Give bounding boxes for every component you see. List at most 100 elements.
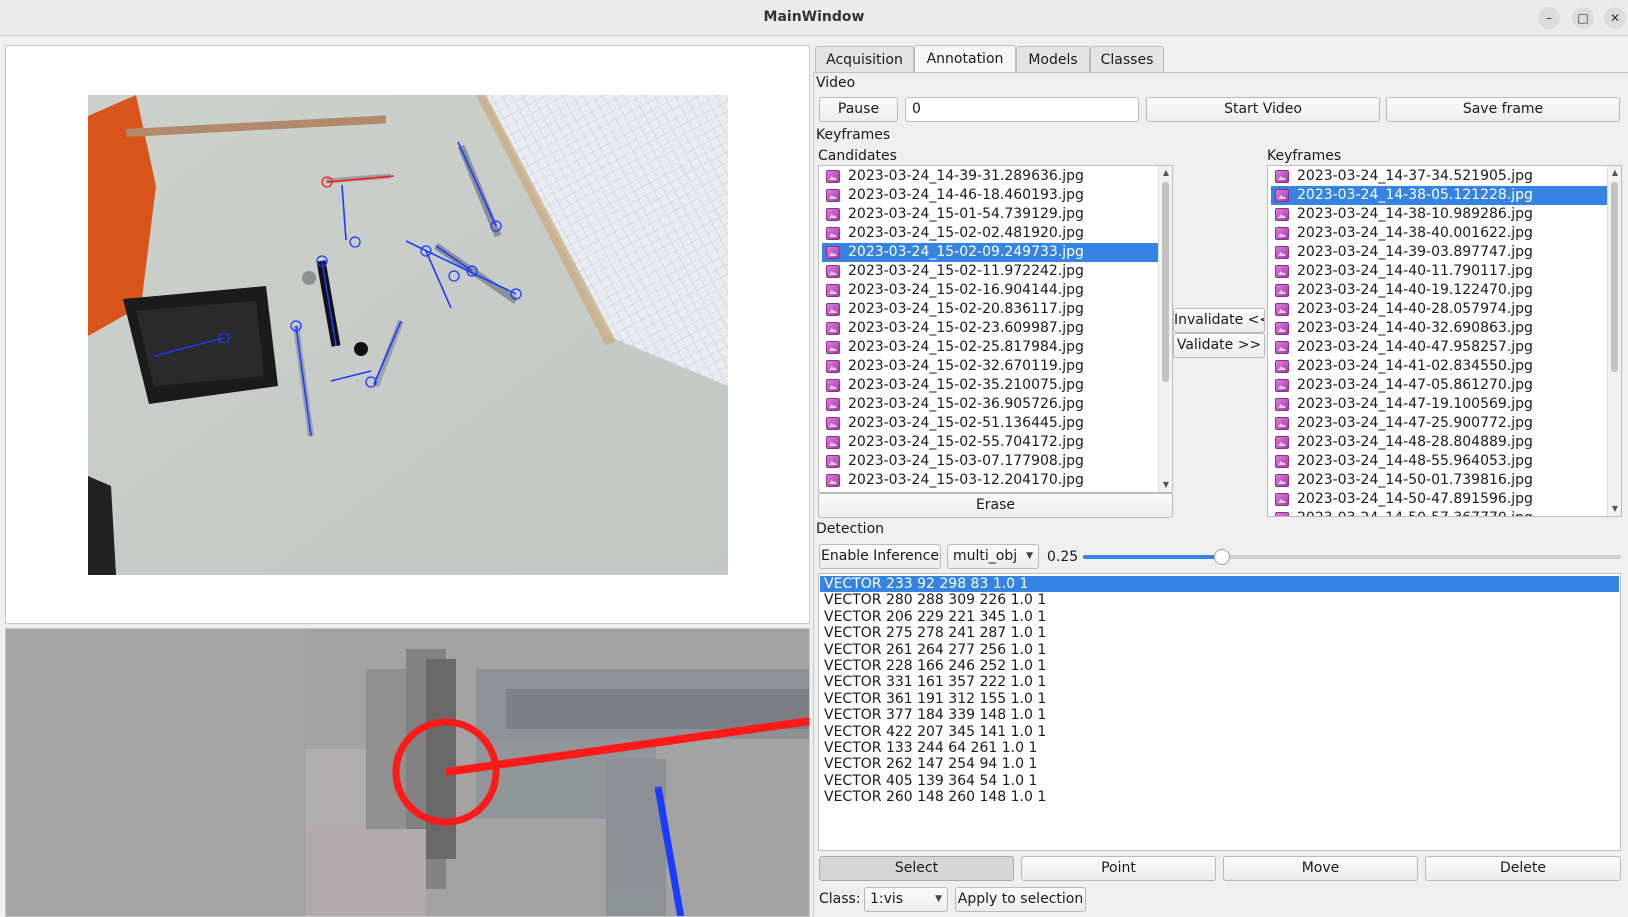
- file-name: 2023-03-24_14-40-11.790117.jpg: [1297, 263, 1533, 279]
- start-video-button[interactable]: Start Video: [1146, 97, 1380, 122]
- list-item[interactable]: 2023-03-24_14-50-01.739816.jpg: [1271, 471, 1607, 490]
- detection-row[interactable]: VECTOR 405 139 364 54 1.0 1: [820, 773, 1619, 789]
- close-icon[interactable]: ✕: [1604, 7, 1626, 29]
- list-item[interactable]: 2023-03-24_15-01-54.739129.jpg: [822, 205, 1158, 224]
- image-file-icon: [826, 455, 840, 468]
- list-item[interactable]: 2023-03-24_14-40-47.958257.jpg: [1271, 338, 1607, 357]
- detection-row[interactable]: VECTOR 260 148 260 148 1.0 1: [820, 789, 1619, 805]
- threshold-slider[interactable]: [1083, 548, 1621, 566]
- detection-row[interactable]: VECTOR 133 244 64 261 1.0 1: [820, 740, 1619, 756]
- candidates-scrollbar[interactable]: ▲ ▼: [1158, 166, 1172, 492]
- detection-row[interactable]: VECTOR 233 92 298 83 1.0 1: [820, 576, 1619, 593]
- scroll-up-icon[interactable]: ▲: [1608, 166, 1621, 180]
- list-item[interactable]: 2023-03-24_15-02-32.670119.jpg: [822, 357, 1158, 376]
- annotated-frame[interactable]: [6, 46, 810, 624]
- tab-acquisition[interactable]: Acquisition: [815, 46, 914, 73]
- list-item[interactable]: 2023-03-24_14-40-19.122470.jpg: [1271, 281, 1607, 300]
- file-name: 2023-03-24_14-40-28.057974.jpg: [1297, 301, 1533, 317]
- list-item[interactable]: 2023-03-24_14-46-18.460193.jpg: [822, 186, 1158, 205]
- frame-index-input[interactable]: 0: [905, 97, 1139, 122]
- candidates-list[interactable]: 2023-03-24_14-39-31.289636.jpg 2023-03-24…: [818, 165, 1173, 493]
- image-file-icon: [826, 303, 840, 316]
- list-item[interactable]: 2023-03-24_15-02-25.817984.jpg: [822, 338, 1158, 357]
- list-item[interactable]: 2023-03-24_14-40-32.690863.jpg: [1271, 319, 1607, 338]
- list-item[interactable]: 2023-03-24_14-47-25.900772.jpg: [1271, 414, 1607, 433]
- detection-row[interactable]: VECTOR 275 278 241 287 1.0 1: [820, 625, 1619, 641]
- list-item[interactable]: 2023-03-24_14-39-03.897747.jpg: [1271, 243, 1607, 262]
- list-item[interactable]: 2023-03-24_14-39-31.289636.jpg: [822, 167, 1158, 186]
- list-item[interactable]: 2023-03-24_15-02-11.972242.jpg: [822, 262, 1158, 281]
- detection-row[interactable]: VECTOR 261 264 277 256 1.0 1: [820, 642, 1619, 658]
- list-item[interactable]: 2023-03-24_15-02-36.905726.jpg: [822, 395, 1158, 414]
- list-item[interactable]: 2023-03-24_14-40-28.057974.jpg: [1271, 300, 1607, 319]
- detection-row[interactable]: VECTOR 422 207 345 141 1.0 1: [820, 724, 1619, 740]
- move-tool-button[interactable]: Move: [1223, 856, 1418, 881]
- select-tool-button[interactable]: Select: [819, 856, 1014, 881]
- keyframes-list[interactable]: 2023-03-24_14-37-34.521905.jpg 2023-03-24…: [1267, 165, 1622, 517]
- candidates-label: Candidates: [818, 148, 897, 164]
- point-tool-button[interactable]: Point: [1021, 856, 1216, 881]
- detection-row[interactable]: VECTOR 228 166 246 252 1.0 1: [820, 658, 1619, 674]
- list-item[interactable]: 2023-03-24_14-50-57.367770.jpg: [1271, 509, 1607, 516]
- invalidate-button[interactable]: Invalidate <<: [1173, 308, 1265, 333]
- list-item[interactable]: 2023-03-24_15-03-12.204170.jpg: [822, 471, 1158, 490]
- list-item[interactable]: 2023-03-24_15-02-09.249733.jpg: [822, 243, 1158, 262]
- detection-row[interactable]: VECTOR 262 147 254 94 1.0 1: [820, 756, 1619, 772]
- class-label: Class:: [819, 891, 861, 907]
- scroll-up-icon[interactable]: ▲: [1159, 166, 1172, 180]
- image-file-icon: [1275, 474, 1289, 487]
- list-item[interactable]: 2023-03-24_15-02-55.704172.jpg: [822, 433, 1158, 452]
- model-select[interactable]: multi_obj ▼: [947, 544, 1039, 569]
- list-item[interactable]: 2023-03-24_14-41-02.834550.jpg: [1271, 357, 1607, 376]
- erase-button[interactable]: Erase: [818, 493, 1173, 518]
- tab-models[interactable]: Models: [1016, 46, 1090, 73]
- list-item[interactable]: 2023-03-24_14-38-40.001622.jpg: [1271, 224, 1607, 243]
- scroll-down-icon[interactable]: ▼: [1159, 478, 1172, 492]
- list-item[interactable]: 2023-03-24_15-02-20.836117.jpg: [822, 300, 1158, 319]
- class-select[interactable]: 1:vis ▼: [864, 887, 948, 912]
- detection-row[interactable]: VECTOR 206 229 221 345 1.0 1: [820, 609, 1619, 625]
- detection-row[interactable]: VECTOR 331 161 357 222 1.0 1: [820, 674, 1619, 690]
- detection-row[interactable]: VECTOR 361 191 312 155 1.0 1: [820, 691, 1619, 707]
- minimize-icon[interactable]: –: [1538, 7, 1560, 29]
- tab-annotation[interactable]: Annotation: [914, 45, 1016, 73]
- list-item[interactable]: 2023-03-24_14-40-11.790117.jpg: [1271, 262, 1607, 281]
- pause-button[interactable]: Pause: [819, 97, 898, 122]
- keyframes-scroll-thumb[interactable]: [1611, 182, 1618, 372]
- detections-list[interactable]: VECTOR 233 92 298 83 1.0 1 VECTOR 280 288…: [818, 573, 1621, 851]
- list-item[interactable]: 2023-03-24_14-38-05.121228.jpg: [1271, 186, 1607, 205]
- apply-to-selection-button[interactable]: Apply to selection: [955, 887, 1086, 912]
- delete-tool-button[interactable]: Delete: [1425, 856, 1621, 881]
- list-item[interactable]: 2023-03-24_14-48-55.964053.jpg: [1271, 452, 1607, 471]
- detection-row[interactable]: VECTOR 280 288 309 226 1.0 1: [820, 592, 1619, 608]
- slider-handle[interactable]: [1213, 549, 1230, 565]
- slider-fill: [1083, 555, 1222, 559]
- detection-row[interactable]: VECTOR 377 184 339 148 1.0 1: [820, 707, 1619, 723]
- list-item[interactable]: 2023-03-24_14-47-19.100569.jpg: [1271, 395, 1607, 414]
- validate-button[interactable]: Validate >>: [1173, 333, 1265, 358]
- list-item[interactable]: 2023-03-24_14-47-05.861270.jpg: [1271, 376, 1607, 395]
- list-item[interactable]: 2023-03-24_14-37-34.521905.jpg: [1271, 167, 1607, 186]
- list-item[interactable]: 2023-03-24_15-02-23.609987.jpg: [822, 319, 1158, 338]
- file-name: 2023-03-24_15-02-16.904144.jpg: [848, 282, 1084, 298]
- list-item[interactable]: 2023-03-24_15-02-51.136445.jpg: [822, 414, 1158, 433]
- enable-inference-button[interactable]: Enable Inference: [819, 544, 941, 569]
- window-title: MainWindow: [763, 9, 865, 25]
- list-item[interactable]: 2023-03-24_15-02-16.904144.jpg: [822, 281, 1158, 300]
- tab-classes[interactable]: Classes: [1090, 46, 1164, 73]
- scroll-down-icon[interactable]: ▼: [1608, 502, 1621, 516]
- keyframes-scrollbar[interactable]: ▲ ▼: [1607, 166, 1621, 516]
- list-item[interactable]: 2023-03-24_14-50-47.891596.jpg: [1271, 490, 1607, 509]
- list-item[interactable]: 2023-03-24_15-03-07.177908.jpg: [822, 452, 1158, 471]
- maximize-icon[interactable]: □: [1572, 7, 1594, 29]
- candidates-scroll-thumb[interactable]: [1162, 182, 1169, 382]
- image-file-icon: [1275, 341, 1289, 354]
- list-item[interactable]: 2023-03-24_14-48-28.804889.jpg: [1271, 433, 1607, 452]
- list-item[interactable]: 2023-03-24_15-02-02.481920.jpg: [822, 224, 1158, 243]
- zoomed-frame[interactable]: [6, 629, 810, 917]
- list-item[interactable]: 2023-03-24_14-38-10.989286.jpg: [1271, 205, 1607, 224]
- save-frame-button[interactable]: Save frame: [1386, 97, 1620, 122]
- list-item[interactable]: 2023-03-24_15-02-35.210075.jpg: [822, 376, 1158, 395]
- image-view[interactable]: [5, 45, 810, 624]
- zoom-view[interactable]: [5, 628, 810, 917]
